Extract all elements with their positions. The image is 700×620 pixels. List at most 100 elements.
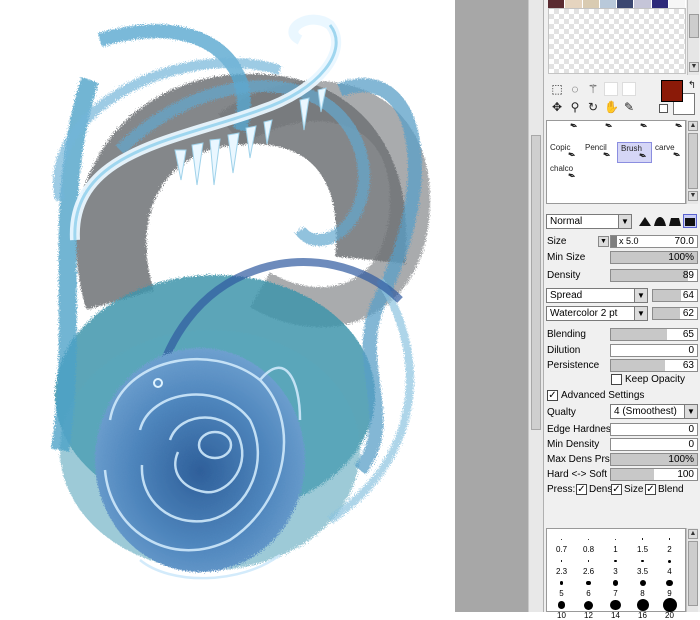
brush-size-option[interactable]: 4 [656, 555, 683, 576]
brush-size-option[interactable]: 5 [548, 577, 575, 598]
brush-slot[interactable]: ✒ [547, 120, 582, 142]
scroll-down-icon[interactable]: ▼ [689, 62, 699, 72]
color-swatch[interactable] [634, 0, 652, 8]
brush-size-option[interactable]: 1.5 [629, 533, 656, 554]
texture-select-1[interactable]: Spread ▼ [546, 288, 648, 303]
shape-medium-button[interactable] [653, 214, 667, 228]
hard-soft-slider[interactable]: 100 [610, 468, 698, 481]
brush-size-option[interactable]: 0.7 [548, 533, 575, 554]
rect-select-icon[interactable]: ⬚ [550, 82, 564, 96]
rotate-icon[interactable]: ↻ [586, 100, 600, 114]
tool-panel: ▼ ⬚ ◌ ⚚ ✥ ⚲ ↻ ✋ ✎ ↰ ✒ ✒ ✒ ✒ Copic ✒ Pencil ✒ Bru… [543, 0, 700, 620]
brush-size-label: 2.6 [582, 567, 595, 576]
texture-2-slider[interactable]: 62 [652, 307, 698, 320]
brush-size-option[interactable]: 3 [602, 555, 629, 576]
brush-size-option[interactable]: 12 [575, 599, 602, 620]
brush-slot[interactable]: Pencil ✒ [582, 142, 617, 163]
swap-colors-icon[interactable]: ↰ [685, 79, 699, 93]
brush-size-option[interactable]: 0.8 [575, 533, 602, 554]
swatch-palette[interactable] [548, 8, 686, 74]
brush-size-option[interactable]: 6 [575, 577, 602, 598]
slider-fill [653, 308, 681, 319]
brush-size-option[interactable]: 2.3 [548, 555, 575, 576]
dilution-slider[interactable]: 0 [610, 344, 698, 357]
brush-tool-icon: ✒ [672, 119, 685, 134]
advanced-settings-checkbox[interactable]: ✓ [547, 390, 558, 401]
color-swatch[interactable] [599, 0, 617, 8]
press-dens-checkbox[interactable]: ✓ [576, 484, 587, 495]
brush-size-option[interactable]: 3.5 [629, 555, 656, 576]
color-swatch-strip[interactable] [548, 0, 686, 8]
size-multiplier-dropdown[interactable]: ▼ [598, 236, 609, 247]
brush-slot[interactable]: Copic ✒ [547, 142, 582, 163]
blend-mode-select[interactable]: Normal ▼ [546, 214, 632, 229]
drawing-canvas[interactable] [0, 0, 455, 612]
magic-wand-icon[interactable]: ⚚ [586, 82, 600, 96]
brush-size-option[interactable]: 2 [656, 533, 683, 554]
brush-slot[interactable]: carve ✒ [652, 142, 687, 163]
texture-2-value: Watercolor 2 pt [550, 308, 618, 319]
density-slider[interactable]: 89 [610, 269, 698, 282]
size-slider[interactable]: x 5.0 70.0 [610, 235, 698, 248]
scrollbar-thumb[interactable] [689, 14, 699, 38]
edge-hardness-slider[interactable]: 0 [610, 423, 698, 436]
color-swatch[interactable] [651, 0, 669, 8]
max-dens-prs-slider[interactable]: 100% [610, 453, 698, 466]
color-swatch[interactable] [668, 0, 686, 8]
shape-square-button[interactable] [683, 214, 697, 228]
brush-shape-buttons [638, 214, 698, 228]
texture-1-slider[interactable]: 64 [652, 289, 698, 302]
scrollbar-thumb[interactable] [688, 541, 698, 606]
color-swatch[interactable] [565, 0, 583, 8]
brush-slot[interactable]: chalco ✒ [547, 163, 582, 184]
brush-slot[interactable]: Brush ✒ [617, 142, 652, 163]
brush-size-option[interactable]: 10 [548, 599, 575, 620]
scrollbar-thumb[interactable] [531, 135, 541, 430]
hand-icon[interactable]: ✋ [604, 100, 619, 114]
press-size-checkbox[interactable]: ✓ [611, 484, 622, 495]
brush-size-option[interactable]: 2.6 [575, 555, 602, 576]
color-swatch[interactable] [617, 0, 635, 8]
min-density-slider[interactable]: 0 [610, 438, 698, 451]
canvas-vertical-scrollbar[interactable] [528, 0, 543, 612]
color-swatch[interactable] [582, 0, 600, 8]
eyedropper-icon[interactable]: ✎ [622, 100, 636, 114]
lasso-icon[interactable]: ◌ [568, 82, 582, 96]
blending-slider[interactable]: 65 [610, 328, 698, 341]
brush-size-option[interactable]: 16 [629, 599, 656, 620]
slider-fill [611, 360, 666, 371]
brush-size-option[interactable]: 9 [656, 577, 683, 598]
zoom-icon[interactable]: ⚲ [568, 100, 582, 114]
brush-slot[interactable]: ✒ [652, 119, 687, 142]
quality-select[interactable]: 4 (Smoothest) ▼ [610, 404, 698, 419]
brush-size-option[interactable]: 20 [656, 598, 683, 620]
scroll-up-icon[interactable]: ▲ [688, 121, 698, 131]
texture-select-2[interactable]: Watercolor 2 pt ▼ [546, 306, 648, 321]
brush-size-option[interactable]: 8 [629, 577, 656, 598]
color-swatch[interactable] [548, 0, 566, 8]
scrollbar-thumb[interactable] [688, 133, 698, 189]
brush-size-option[interactable]: 7 [602, 577, 629, 598]
swatch-scrollbar[interactable]: ▼ [687, 0, 699, 75]
scroll-down-icon[interactable]: ▼ [688, 191, 698, 201]
scroll-up-icon[interactable]: ▲ [688, 529, 698, 539]
size-palette-scrollbar[interactable]: ▲ [686, 528, 698, 612]
press-blend-checkbox[interactable]: ✓ [645, 484, 656, 495]
brush-size-label: 5 [559, 589, 564, 598]
persistence-slider[interactable]: 63 [610, 359, 698, 372]
shape-soft-button[interactable] [668, 214, 682, 228]
brush-tool-icon: ✒ [565, 169, 578, 184]
brush-slot[interactable]: ✒ [582, 120, 617, 142]
min-size-slider[interactable]: 100% [610, 251, 698, 264]
foreground-color[interactable] [661, 80, 683, 102]
brush-slot[interactable]: ✒ [617, 120, 652, 142]
brush-size-label: 3.5 [636, 567, 649, 576]
brush-size-option[interactable]: 1 [602, 533, 629, 554]
reset-colors-icon[interactable] [659, 104, 668, 113]
shape-hard-button[interactable] [638, 214, 652, 228]
move-icon[interactable]: ✥ [550, 100, 564, 114]
hard-soft-label: Hard <-> Soft [547, 469, 608, 480]
brush-size-option[interactable]: 14 [602, 599, 629, 620]
brush-palette-scrollbar[interactable]: ▲ ▼ [686, 120, 698, 204]
keep-opacity-checkbox[interactable] [611, 374, 622, 385]
